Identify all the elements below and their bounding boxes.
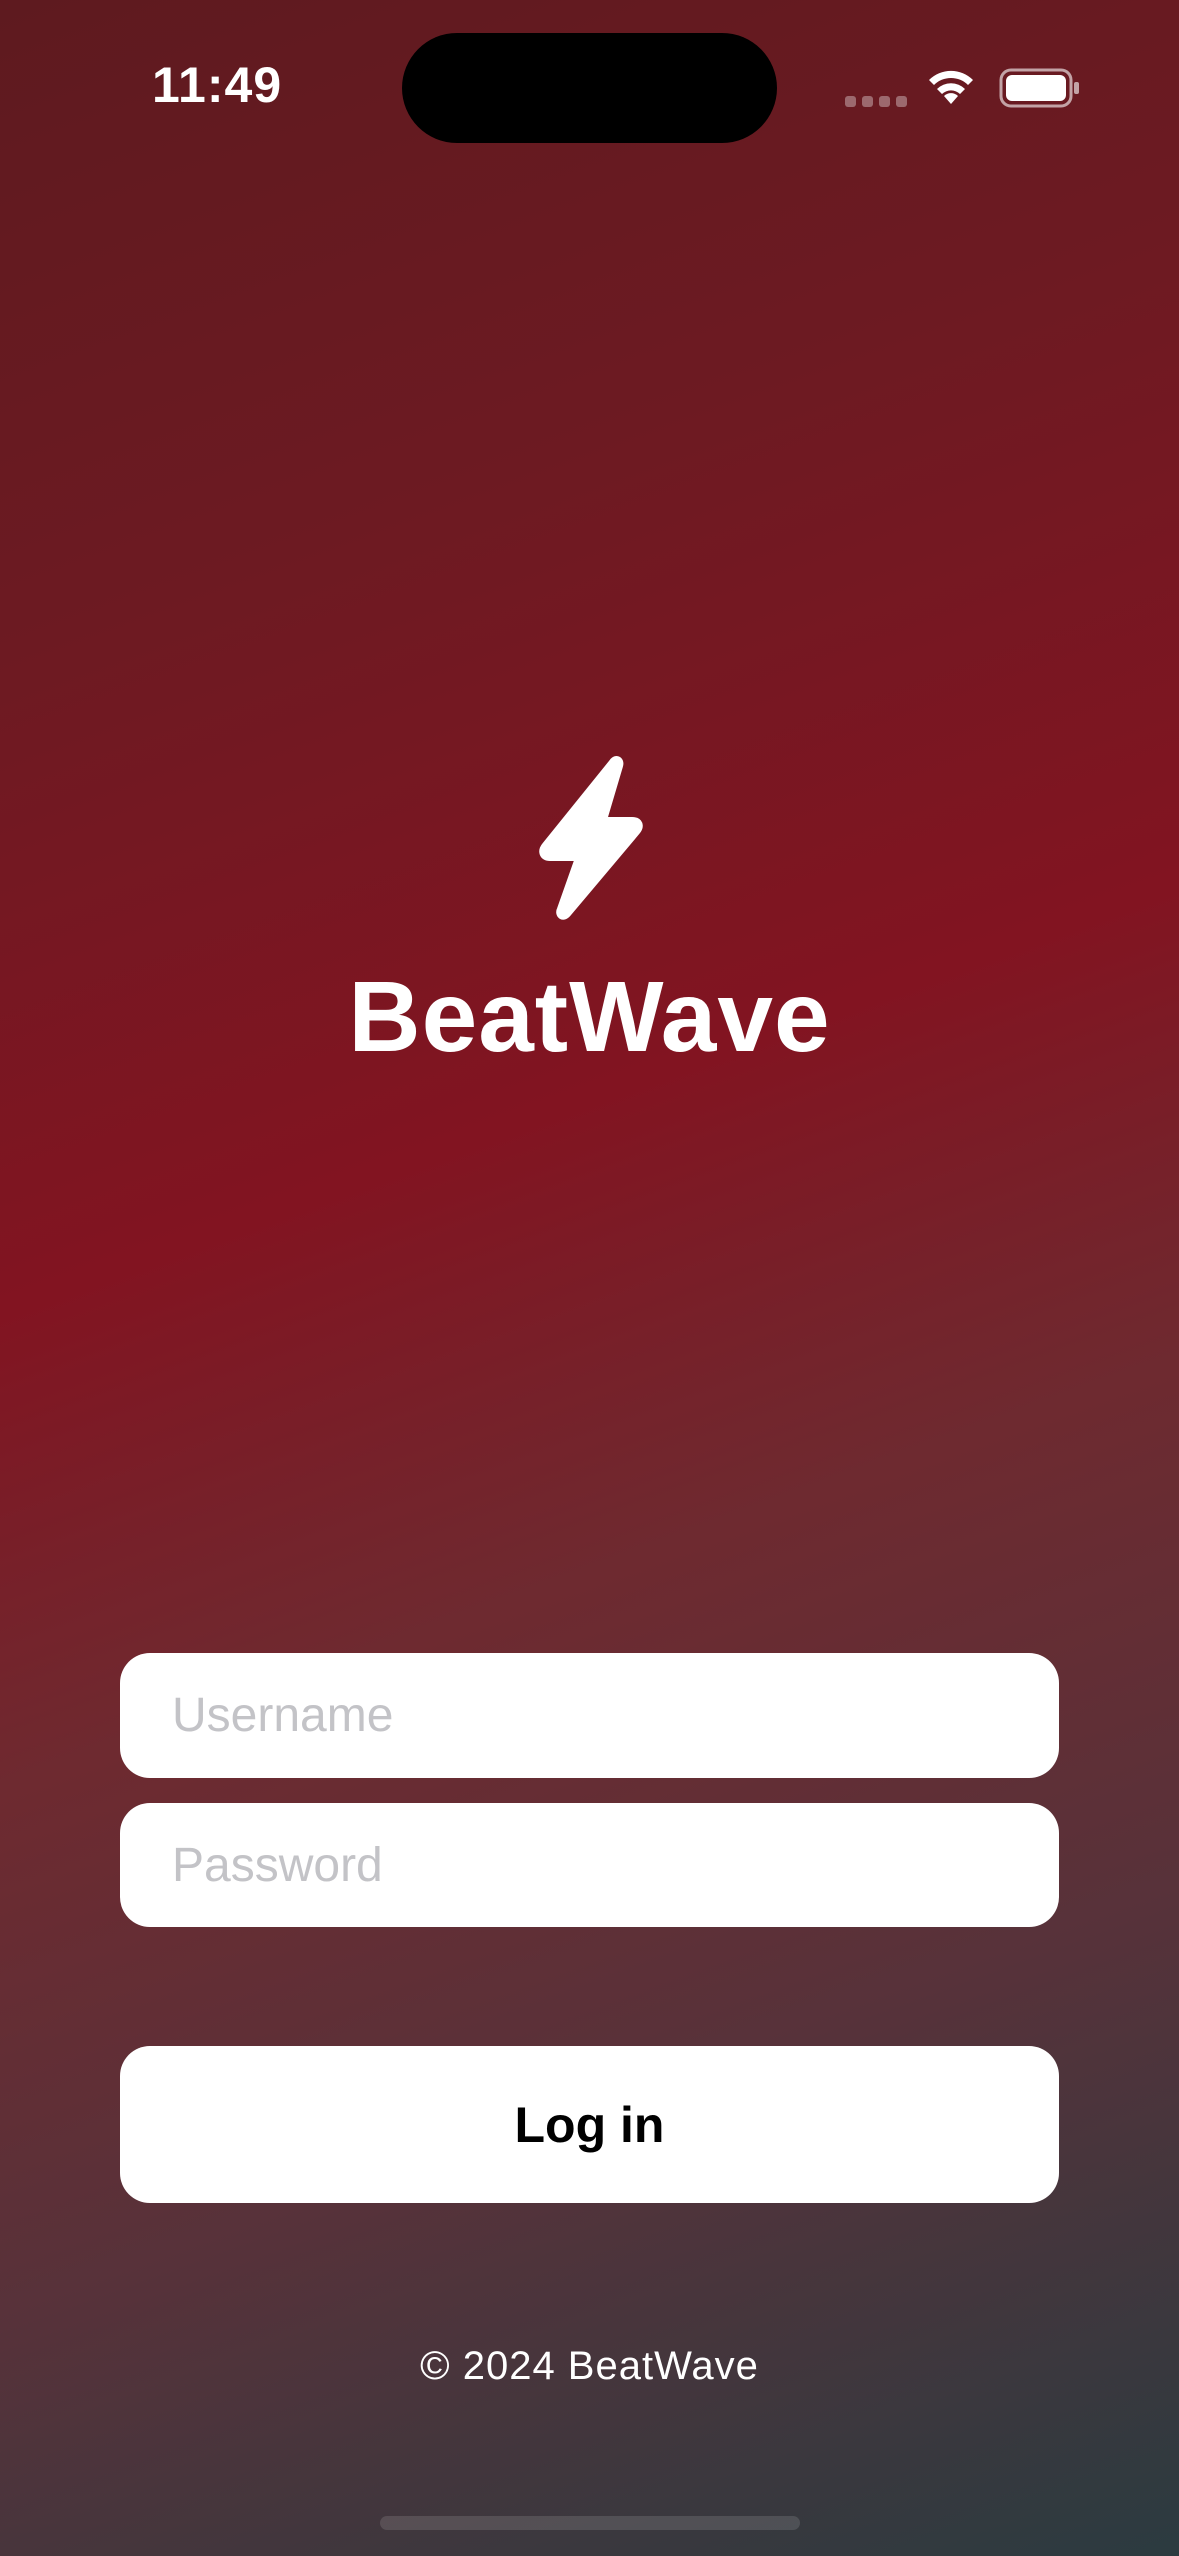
battery-icon xyxy=(999,68,1079,108)
username-input[interactable] xyxy=(170,1687,1059,1744)
password-input[interactable] xyxy=(170,1836,1059,1894)
home-indicator xyxy=(380,2516,800,2530)
copyright-footer: © 2024 BeatWave xyxy=(420,2344,759,2388)
login-button[interactable]: Log in xyxy=(120,2046,1059,2203)
app-title: BeatWave xyxy=(348,961,831,1073)
lightning-bolt-icon xyxy=(539,756,643,920)
dynamic-island xyxy=(402,33,777,143)
username-field[interactable] xyxy=(120,1653,1059,1778)
signal-icon xyxy=(845,96,907,107)
password-field[interactable] xyxy=(120,1803,1059,1927)
wifi-icon xyxy=(929,70,973,104)
status-time: 11:49 xyxy=(152,57,283,113)
status-bar: 11:49 xyxy=(0,0,1179,170)
